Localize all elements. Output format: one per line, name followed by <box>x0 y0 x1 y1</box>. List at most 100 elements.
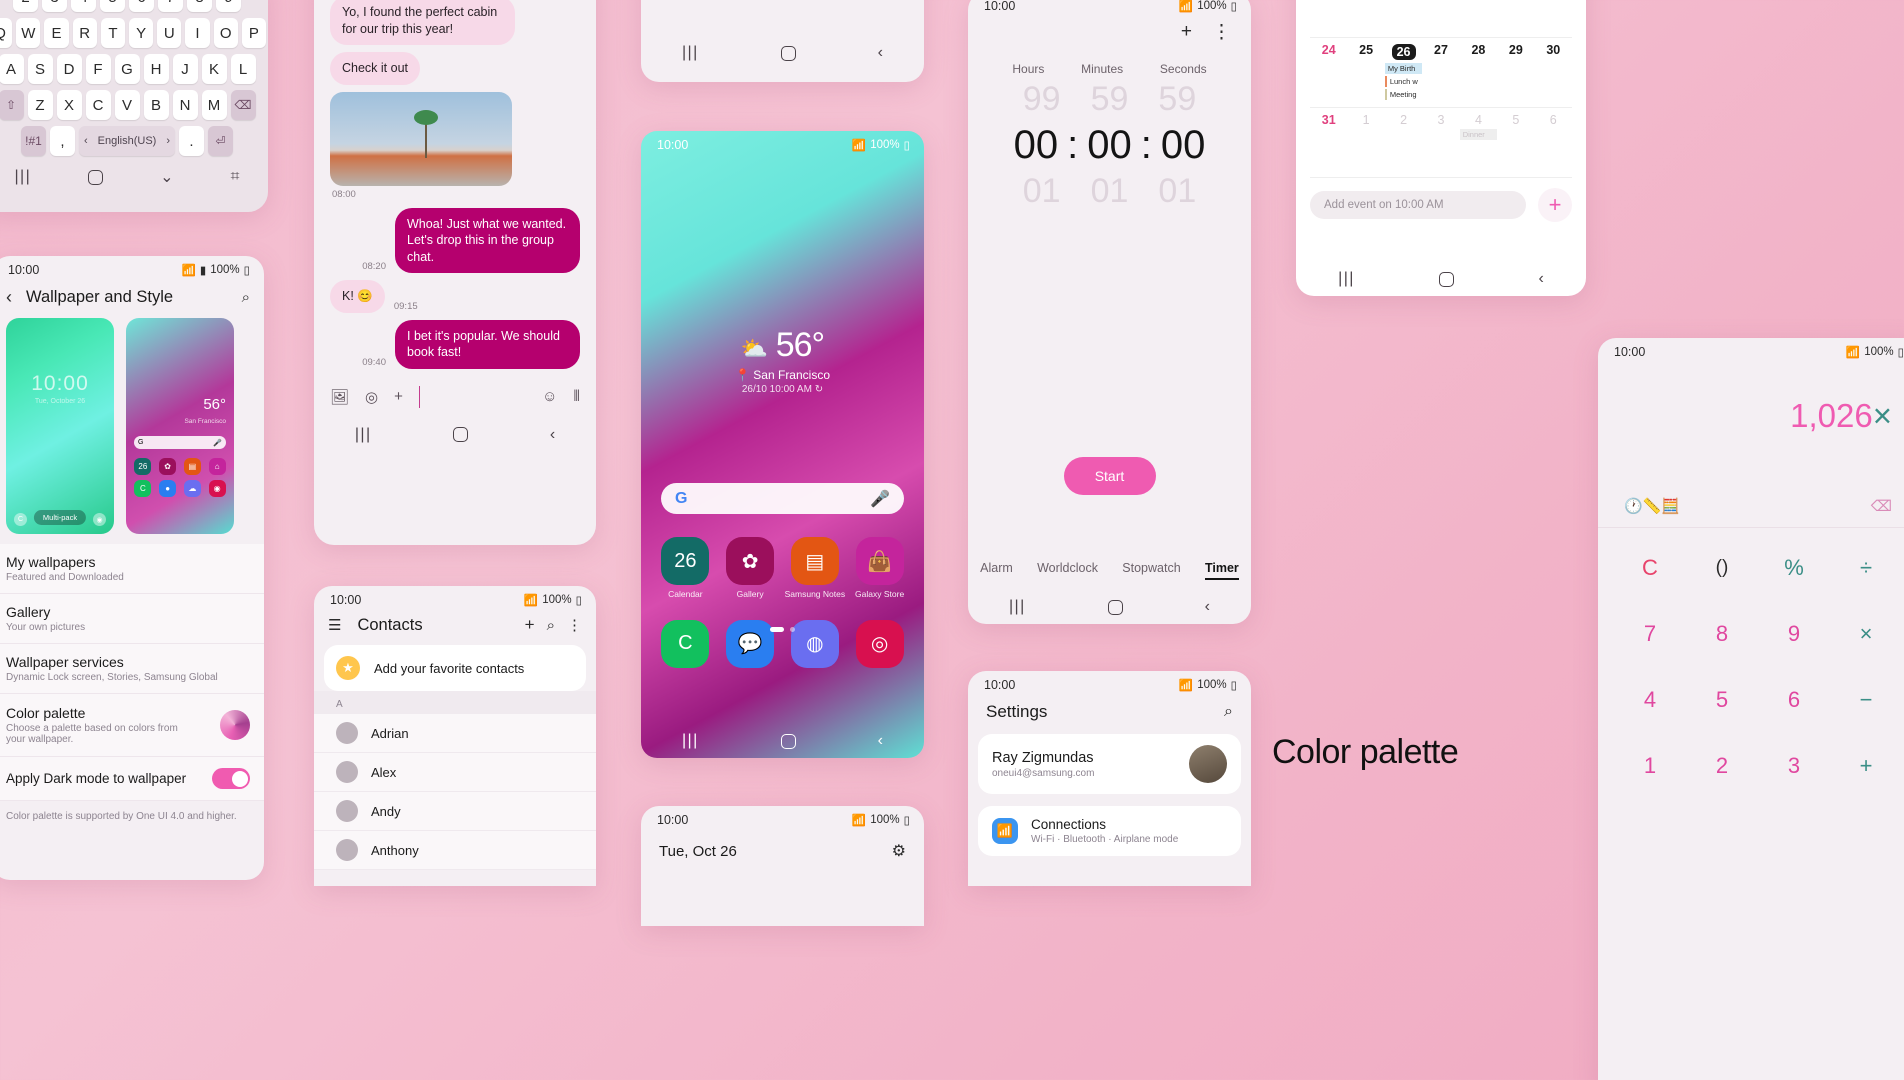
calc-key-×[interactable]: × <box>1830 604 1902 664</box>
key-T[interactable]: T <box>100 18 125 48</box>
key-8[interactable]: 8 <box>187 0 212 12</box>
message-bubble[interactable]: Whoa! Just what we wanted. Let's drop th… <box>395 207 580 273</box>
key-Z[interactable]: Z <box>27 90 53 120</box>
key-H[interactable]: H <box>143 54 169 84</box>
back-arrow-icon[interactable]: ‹ <box>6 287 12 308</box>
key-B[interactable]: B <box>143 90 169 120</box>
calc-key-5[interactable]: 5 <box>1686 670 1758 730</box>
calc-key-()[interactable]: () <box>1686 538 1758 598</box>
calendar-day-29[interactable]: 29 <box>1497 43 1534 107</box>
backspace-icon[interactable]: ⌫ <box>1871 497 1892 515</box>
add-event-input[interactable]: Add event on 10:00 AM <box>1310 191 1526 219</box>
calendar-day-6[interactable]: 6 <box>1535 113 1572 177</box>
minutes-above[interactable]: 59 <box>1091 80 1129 119</box>
lang-next-icon[interactable]: › <box>166 135 170 147</box>
plus-icon[interactable]: + <box>525 615 535 635</box>
home-icon[interactable] <box>88 169 104 185</box>
color-swatch[interactable] <box>220 710 250 740</box>
message-input[interactable] <box>418 385 526 408</box>
back-icon[interactable]: ‹ <box>878 44 883 62</box>
plus-icon[interactable]: + <box>1181 21 1192 44</box>
navbar[interactable]: ||| ‹ <box>641 724 924 758</box>
back-icon[interactable]: ‹ <box>1538 270 1543 288</box>
calculator-tools[interactable]: 🕐 📏 🧮 ⌫ <box>1598 435 1904 528</box>
page-dot-1[interactable] <box>770 627 784 632</box>
tab-timer[interactable]: Timer <box>1204 561 1239 580</box>
calc-key-−[interactable]: − <box>1830 670 1902 730</box>
calc-key-%[interactable]: % <box>1758 538 1830 598</box>
timer-values-above[interactable]: 99 59 59 <box>968 76 1251 119</box>
key-S[interactable]: S <box>27 54 53 84</box>
home-icon[interactable] <box>780 733 796 749</box>
calendar-event[interactable]: My Birth <box>1384 63 1423 74</box>
calendar-day-27[interactable]: 27 <box>1422 43 1459 107</box>
back-icon[interactable]: ‹ <box>878 732 883 750</box>
key-L[interactable]: L <box>230 54 256 84</box>
keyboard-panel[interactable]: 23456789 QWERTYUIOP ASDFGHJKL ⇧ ZXCVBNM … <box>0 0 268 212</box>
key-M[interactable]: M <box>201 90 227 120</box>
contact-row[interactable]: Alex <box>314 753 596 792</box>
period-key[interactable]: . <box>179 126 204 156</box>
add-favorites-row[interactable]: ★ Add your favorite contacts <box>324 645 586 691</box>
recents-icon[interactable]: ||| <box>1338 270 1355 288</box>
calendar-day-21[interactable]: 21 <box>1460 0 1497 37</box>
calendar-day-5[interactable]: 5 <box>1497 113 1534 177</box>
weather-widget[interactable]: ⛅ 56° 📍 San Francisco 26/10 10:00 AM ↻ <box>641 326 924 395</box>
calendar-event[interactable]: Meeting <box>1384 89 1422 100</box>
key-Y[interactable]: Y <box>129 18 154 48</box>
calendar-day-23[interactable]: 23 <box>1535 0 1572 37</box>
gallery-icon[interactable]: 🖼 <box>330 388 349 406</box>
key-W[interactable]: W <box>16 18 41 48</box>
timer-values-below[interactable]: 01 01 01 <box>968 168 1251 211</box>
calendar-day-17[interactable]: 17 <box>1310 0 1347 37</box>
camera-icon[interactable]: ◎ <box>365 388 378 406</box>
key-P[interactable]: P <box>241 18 267 48</box>
message-image[interactable] <box>330 91 512 186</box>
calc-key-7[interactable]: 7 <box>1614 604 1686 664</box>
recents-icon[interactable]: ||| <box>1009 598 1026 616</box>
calendar-day-4[interactable]: 4 Dinner <box>1459 113 1498 177</box>
contact-row[interactable]: Adrian <box>314 714 596 753</box>
voice-icon[interactable]: ⦀ <box>573 388 580 405</box>
key-U[interactable]: U <box>157 18 182 48</box>
calendar-event[interactable]: Dinner <box>1459 129 1498 140</box>
plus-icon[interactable]: + <box>1538 188 1572 222</box>
key-C[interactable]: C <box>85 90 111 120</box>
dark-mode-toggle[interactable] <box>212 768 250 789</box>
tab-worldclock[interactable]: Worldclock <box>1037 561 1098 580</box>
message-bubble[interactable]: Yo, I found the perfect cabin for our tr… <box>330 0 515 45</box>
tab-stopwatch[interactable]: Stopwatch <box>1122 561 1180 580</box>
tab-alarm[interactable]: Alarm <box>980 561 1013 580</box>
contacts-list[interactable]: Adrian Alex Andy Anthony <box>314 714 596 870</box>
lang-prev-icon[interactable]: ‹ <box>84 135 88 147</box>
calendar-day-22[interactable]: 22Brunch <box>1497 0 1534 37</box>
key-G[interactable]: G <box>114 54 140 84</box>
avatar[interactable] <box>1189 745 1227 783</box>
backspace-key[interactable]: ⌫ <box>230 90 256 120</box>
calendar-day-20[interactable]: 20 <box>1422 0 1459 37</box>
calendar-day-24[interactable]: 24 <box>1310 43 1347 107</box>
key-3[interactable]: 3 <box>42 0 67 12</box>
recents-icon[interactable]: ||| <box>355 426 372 444</box>
more-vertical-icon[interactable]: ⋮ <box>1212 21 1231 44</box>
timer-toolbar[interactable]: + ⋮ <box>968 15 1251 44</box>
home-icon[interactable] <box>1107 599 1123 615</box>
timer-value-main[interactable]: 00 : 00 : 00 <box>968 119 1251 168</box>
key-N[interactable]: N <box>172 90 198 120</box>
keyboard-row-3[interactable]: ⇧ ZXCVBNM ⌫ <box>0 90 266 120</box>
navbar[interactable]: ||| ‹ <box>314 418 596 452</box>
hours-value[interactable]: 00 <box>1014 123 1059 168</box>
key-V[interactable]: V <box>114 90 140 120</box>
calendar-grid[interactable]: 171819202122Brunch23242526My BirthLunch … <box>1296 0 1586 178</box>
account-card[interactable]: Ray Zigmundas oneui4@samsung.com <box>978 734 1241 794</box>
more-vertical-icon[interactable]: ⋮ <box>567 616 582 634</box>
navbar[interactable]: ||| ‹ <box>1296 262 1586 296</box>
calc-key-+[interactable]: + <box>1830 736 1902 796</box>
calendar-day-3[interactable]: 3 <box>1422 113 1459 177</box>
calc-key-1[interactable]: 1 <box>1614 736 1686 796</box>
key-R[interactable]: R <box>72 18 97 48</box>
wallpaper-source-list[interactable]: My wallpapers Featured and Downloaded Gall… <box>0 544 264 694</box>
calc-key-6[interactable]: 6 <box>1758 670 1830 730</box>
key-J[interactable]: J <box>172 54 198 84</box>
calendar-day-30[interactable]: 30 <box>1535 43 1572 107</box>
